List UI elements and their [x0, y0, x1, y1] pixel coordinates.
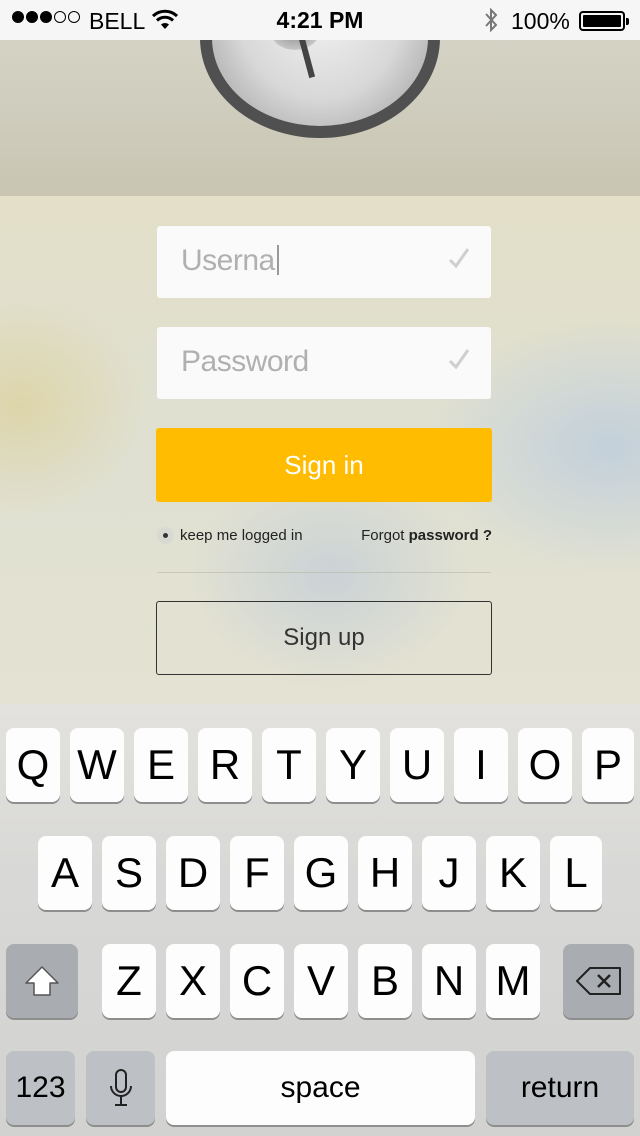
key-z[interactable]: Z: [102, 944, 156, 1018]
key-j[interactable]: J: [422, 836, 476, 910]
password-placeholder: Password: [181, 345, 309, 378]
battery-icon: [579, 11, 629, 31]
shift-key[interactable]: [6, 944, 78, 1018]
key-u[interactable]: U: [390, 728, 444, 802]
key-p[interactable]: P: [582, 728, 634, 802]
key-k[interactable]: K: [486, 836, 540, 910]
key-b[interactable]: B: [358, 944, 412, 1018]
password-field[interactable]: Password: [157, 327, 491, 399]
keyboard: Q W E R T Y U I O P A S D F G H J K L Z …: [0, 704, 640, 1136]
status-bar: BELL 4:21 PM 100%: [0, 0, 640, 40]
space-key[interactable]: space: [166, 1051, 475, 1125]
keep-logged-in-label: keep me logged in: [180, 527, 303, 544]
delete-icon: [575, 967, 621, 995]
key-e[interactable]: E: [134, 728, 188, 802]
keep-logged-in-toggle[interactable]: keep me logged in: [157, 527, 303, 544]
key-h[interactable]: H: [358, 836, 412, 910]
bluetooth-icon: [483, 7, 499, 38]
dictation-key[interactable]: [86, 1051, 155, 1125]
key-f[interactable]: F: [230, 836, 284, 910]
key-a[interactable]: A: [38, 836, 92, 910]
shift-icon: [25, 966, 59, 996]
return-key[interactable]: return: [486, 1051, 634, 1125]
key-r[interactable]: R: [198, 728, 252, 802]
battery-percentage: 100%: [511, 8, 570, 34]
microphone-icon: [109, 1069, 132, 1106]
key-o[interactable]: O: [518, 728, 572, 802]
key-i[interactable]: I: [454, 728, 508, 802]
username-field[interactable]: Userna: [157, 226, 491, 298]
username-check-icon: [447, 246, 471, 275]
divider: [157, 572, 491, 573]
key-g[interactable]: G: [294, 836, 348, 910]
key-q[interactable]: Q: [6, 728, 60, 802]
sign-up-button[interactable]: Sign up: [156, 601, 492, 675]
numbers-key[interactable]: 123: [6, 1051, 75, 1125]
key-d[interactable]: D: [166, 836, 220, 910]
password-check-icon: [447, 347, 471, 376]
key-m[interactable]: M: [486, 944, 540, 1018]
key-x[interactable]: X: [166, 944, 220, 1018]
forgot-password-link[interactable]: Forgot password ?: [361, 527, 492, 544]
username-input-text: Userna: [181, 244, 279, 278]
key-v[interactable]: V: [294, 944, 348, 1018]
key-l[interactable]: L: [550, 836, 602, 910]
key-y[interactable]: Y: [326, 728, 380, 802]
delete-key[interactable]: [563, 944, 634, 1018]
key-t[interactable]: T: [262, 728, 316, 802]
key-s[interactable]: S: [102, 836, 156, 910]
text-cursor: [276, 245, 279, 275]
key-c[interactable]: C: [230, 944, 284, 1018]
sign-in-button[interactable]: Sign in: [156, 428, 492, 502]
key-n[interactable]: N: [422, 944, 476, 1018]
forgot-prefix: Forgot: [361, 527, 405, 544]
keep-logged-in-radio[interactable]: [157, 527, 174, 544]
forgot-password-bold: password ?: [408, 527, 492, 544]
key-w[interactable]: W: [70, 728, 124, 802]
